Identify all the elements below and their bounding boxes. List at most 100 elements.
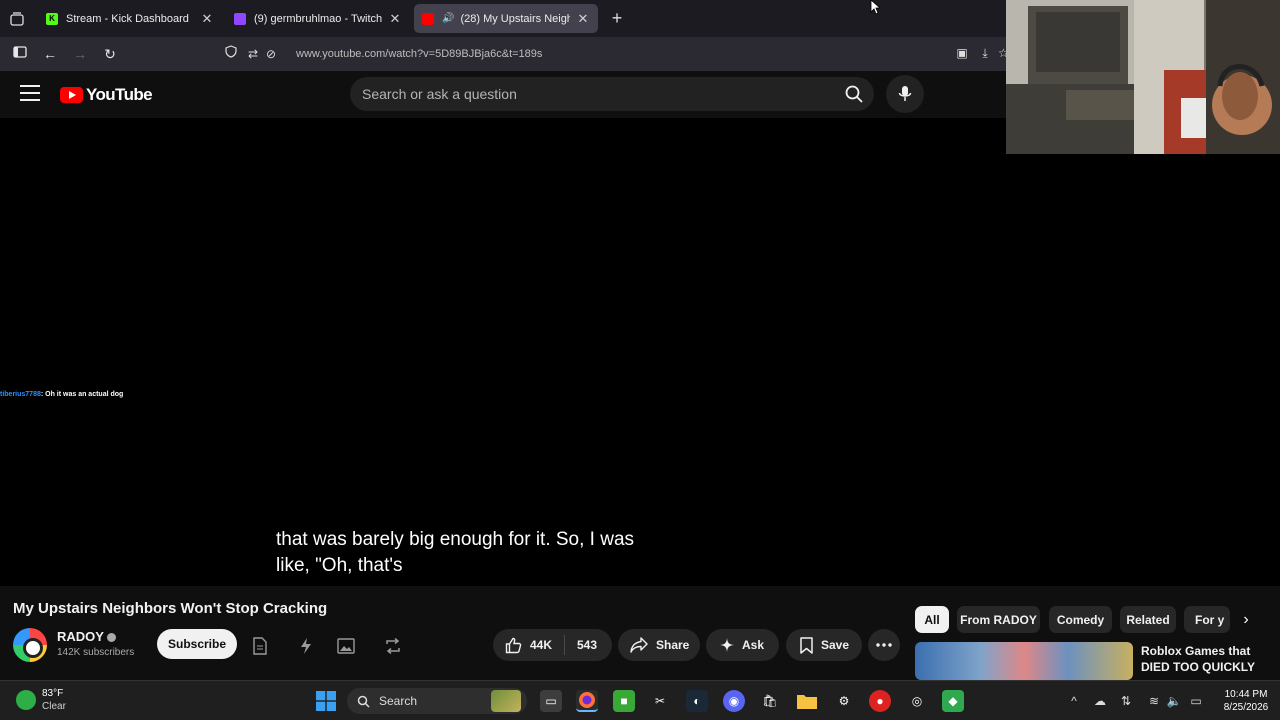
kick-icon: K — [46, 12, 58, 25]
recommended-video-thumbnail[interactable] — [915, 642, 1133, 680]
weather-icon — [16, 690, 36, 710]
chat-overlay-message: tiberius7788: Oh it was an actual dog — [0, 391, 123, 398]
like-button[interactable]: 44K — [493, 635, 565, 655]
search-input[interactable] — [350, 86, 820, 102]
download-icon[interactable]: ⤓ — [977, 45, 993, 61]
search-icon[interactable] — [840, 80, 868, 108]
dislike-button[interactable]: 543 — [565, 638, 597, 652]
windows-start-icon[interactable] — [315, 690, 337, 712]
audio-playing-icon[interactable]: 🔊 — [442, 13, 454, 24]
chip-all[interactable]: All — [915, 606, 949, 633]
video-caption: that was barely big enough for it. So, I… — [276, 529, 635, 576]
steam-icon[interactable]: ◐ — [686, 690, 708, 712]
subscribe-button[interactable]: Subscribe — [157, 629, 237, 659]
channel-name-text: RADOY — [57, 629, 104, 644]
settings-icon[interactable]: ⚙ — [833, 690, 855, 712]
chip-related[interactable]: Related — [1120, 606, 1176, 633]
lightning-icon[interactable] — [296, 636, 316, 656]
network-activity-icon[interactable]: ⇅ — [1118, 693, 1134, 709]
chevron-right-icon[interactable]: › — [1236, 610, 1256, 630]
capcut-icon[interactable]: ✂ — [649, 690, 671, 712]
webcam-image — [1006, 0, 1280, 154]
store-icon[interactable]: 🛍 — [759, 690, 781, 712]
clock-date: 8/25/2026 — [1223, 702, 1269, 713]
file-explorer-icon[interactable] — [796, 690, 818, 712]
chip-comedy[interactable]: Comedy — [1049, 606, 1112, 633]
system-clock[interactable]: 10:44 PM 8/25/2026 — [1218, 688, 1274, 714]
youtube-play-icon — [60, 87, 83, 103]
ask-label: Ask — [742, 638, 765, 652]
weather-widget[interactable]: 83°F Clear — [16, 687, 66, 713]
search-highlight-icon — [491, 690, 521, 712]
image-icon[interactable] — [336, 636, 356, 656]
url-bar[interactable]: ⇄ ⊘ www.youtube.com/watch?v=5D89BJBja6c&… — [222, 42, 1012, 66]
dislike-count: 543 — [577, 638, 598, 652]
chat-username: tiberius7788 — [0, 391, 41, 398]
tracking-blocked-icon[interactable]: ⊘ — [262, 45, 280, 63]
minecraft-icon[interactable]: ■ — [613, 690, 635, 712]
close-tab-icon[interactable]: ✕ — [388, 11, 402, 27]
battery-icon[interactable]: ▭ — [1188, 693, 1204, 709]
more-actions-button[interactable] — [868, 629, 900, 661]
youtube-icon — [422, 12, 434, 25]
task-view-icon[interactable]: ▭ — [540, 690, 562, 712]
youtube-logo[interactable]: YouTube — [60, 85, 153, 105]
more-horizontal-icon — [876, 643, 892, 647]
new-tab-button[interactable]: + — [608, 8, 626, 28]
share-button[interactable]: Share — [618, 629, 700, 661]
close-tab-icon[interactable]: ✕ — [200, 11, 214, 27]
recording-app-icon[interactable]: ● — [869, 690, 891, 712]
chip-from-channel[interactable]: From RADOY — [957, 606, 1040, 633]
ask-button[interactable]: Ask — [706, 629, 779, 661]
shield-icon[interactable] — [222, 45, 240, 63]
video-info: My Upstairs Neighbors Won't Stop Crackin… — [0, 586, 910, 680]
browser-tab-strip: K Stream - Kick Dashboard ✕ (9) germbruh… — [0, 0, 1006, 37]
sparkle-icon — [720, 638, 734, 652]
save-button[interactable]: Save — [786, 629, 862, 661]
channel-avatar[interactable] — [13, 628, 47, 662]
channel-name[interactable]: RADOY — [57, 629, 116, 644]
menu-icon[interactable] — [20, 85, 40, 101]
show-hidden-icons-chevron-icon[interactable]: ^ — [1066, 693, 1082, 709]
sidebar-toggle-icon[interactable] — [11, 45, 29, 63]
game-launcher-icon[interactable]: ◆ — [942, 690, 964, 712]
search-icon — [357, 695, 370, 708]
loop-icon[interactable] — [383, 636, 403, 656]
recommended-video-title[interactable]: Roblox Games that DIED TOO QUICKLY — [1141, 643, 1277, 675]
firefox-icon[interactable] — [576, 690, 598, 712]
onedrive-icon[interactable]: ☁ — [1092, 693, 1108, 709]
permissions-icon[interactable]: ⇄ — [244, 45, 262, 63]
obs-icon[interactable]: ◎ — [906, 690, 928, 712]
browser-navbar: ← → ↻ ⇄ ⊘ www.youtube.com/watch?v=5D89BJ… — [0, 37, 1006, 71]
close-tab-icon[interactable]: ✕ — [576, 11, 590, 27]
volume-icon[interactable]: 🔈 — [1166, 693, 1182, 709]
tab-title: Stream - Kick Dashboard — [66, 12, 189, 25]
save-label: Save — [821, 638, 850, 652]
chip-for-you[interactable]: For y — [1184, 606, 1230, 633]
recommendation-chips: All From RADOY Comedy Related For y › — [910, 606, 1280, 634]
share-label: Share — [656, 638, 690, 652]
discord-icon[interactable]: ◉ — [723, 690, 745, 712]
tab-twitch[interactable]: (9) germbruhlmao - Twitch ✕ — [226, 4, 410, 33]
back-button[interactable]: ← — [41, 45, 59, 63]
subscriber-count: 142K subscribers — [57, 647, 135, 658]
taskbar-search[interactable]: Search — [347, 688, 527, 714]
forward-button[interactable]: → — [71, 45, 89, 63]
video-player[interactable]: tiberius7788: Oh it was an actual dog th… — [0, 118, 1006, 586]
url-text: www.youtube.com/watch?v=5D89BJBja6c&t=18… — [296, 48, 543, 60]
tab-youtube-video[interactable]: 🔊 (28) My Upstairs Neighbors ✕ — [414, 4, 598, 33]
wifi-icon[interactable]: ≋ — [1146, 693, 1162, 709]
microphone-icon[interactable] — [886, 75, 924, 113]
youtube-header: YouTube — [0, 71, 1006, 118]
bookmark-star-icon[interactable]: ☆ — [998, 45, 1006, 61]
sidebar-background — [1006, 154, 1280, 586]
webcam-overlay — [1006, 0, 1280, 154]
bookmark-icon — [800, 636, 813, 654]
document-icon[interactable] — [250, 636, 270, 656]
tab-list-icon[interactable] — [8, 10, 26, 28]
tab-kick-dashboard[interactable]: K Stream - Kick Dashboard ✕ — [38, 4, 222, 33]
reload-button[interactable]: ↻ — [101, 45, 119, 63]
clock-time: 10:44 PM — [1224, 689, 1268, 700]
picture-in-picture-icon[interactable]: ▣ — [954, 45, 970, 61]
thumbs-up-icon — [505, 637, 522, 653]
